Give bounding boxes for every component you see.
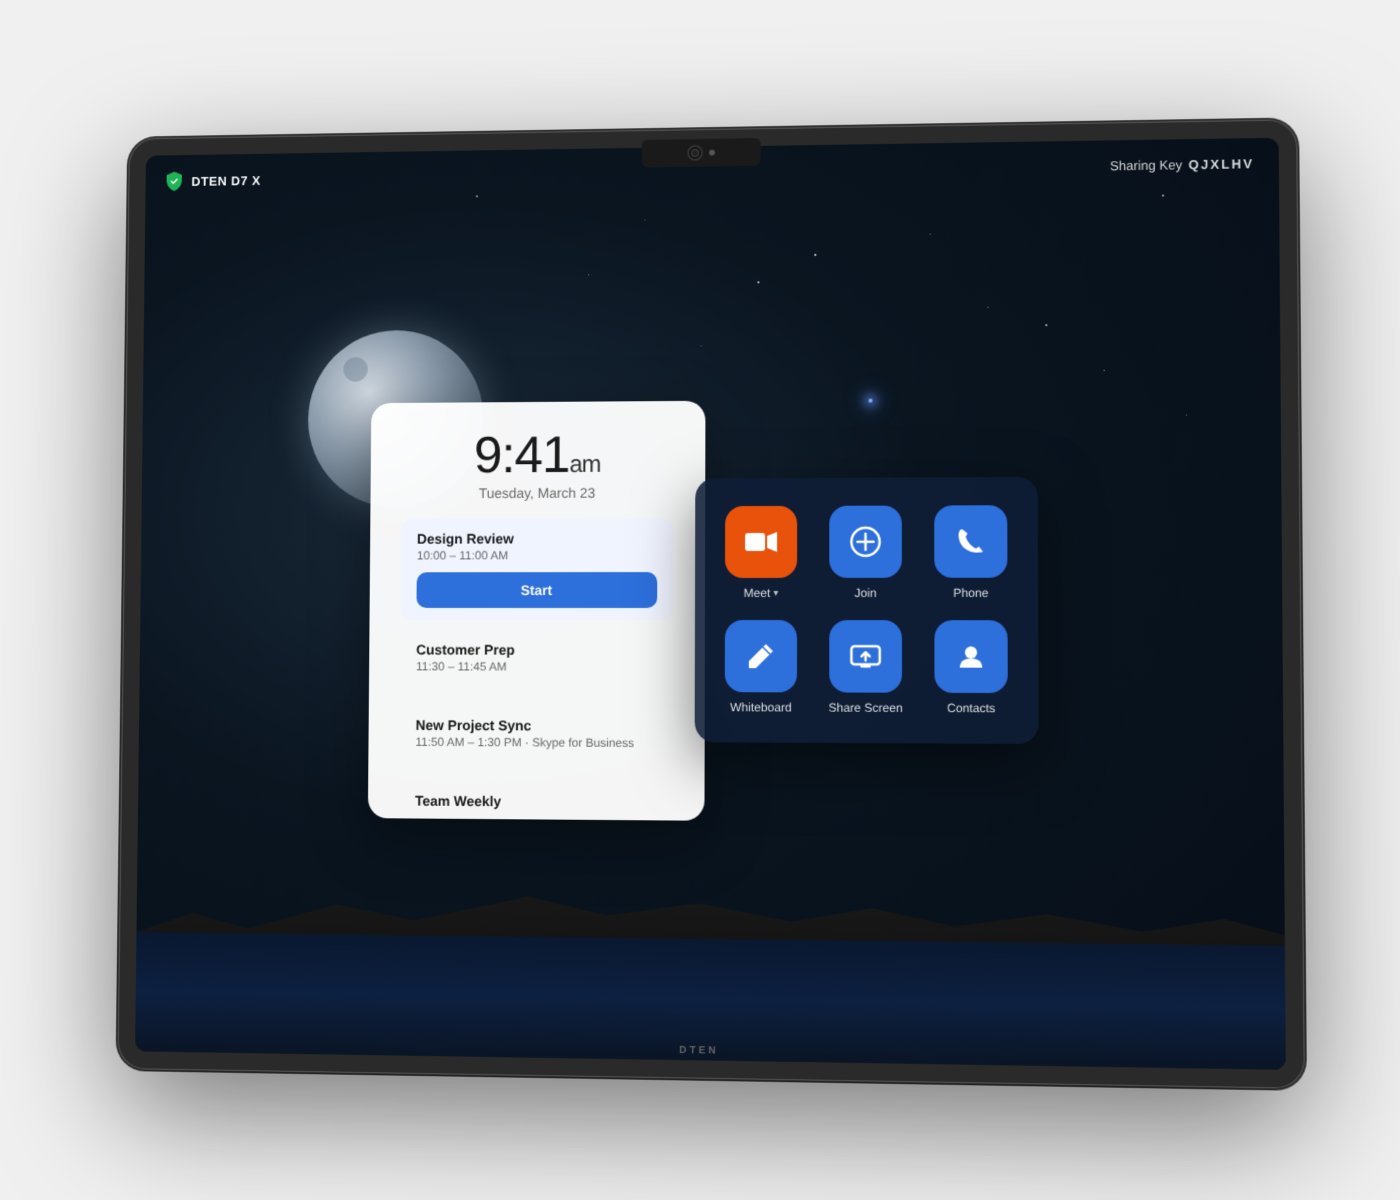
meeting-time-2: 11:30 – 11:45 AM [416,659,657,674]
whiteboard-icon-bg [725,620,797,692]
meeting-time-1: 10:00 – 11:00 AM [417,548,658,562]
apps-grid: Meet ▾ [719,505,1014,715]
dten-logo: DTEN D7 X [165,169,261,192]
meeting-item-design-review: Design Review 10:00 – 11:00 AM Start [401,518,674,620]
app-item-join[interactable]: Join [823,506,908,600]
sharing-key-area: Sharing Key QJXLHV [1110,156,1254,173]
contacts-label: Contacts [947,701,995,715]
plus-circle-icon [847,524,883,560]
screen: DTEN D7 X Sharing Key QJXLHV 9:41am Tues… [135,138,1286,1070]
device-model-label: DTEN D7 X [191,173,260,189]
meeting-title-1: Design Review [417,530,657,546]
meet-icon-bg [725,506,797,578]
app-item-contacts[interactable]: Contacts [928,620,1014,715]
meeting-title-4: Team Weekly [415,793,657,811]
app-item-meet[interactable]: Meet ▾ [719,506,803,600]
meet-chevron: ▾ [773,587,778,598]
device-brand-bezel: DTEN [679,1045,718,1057]
meeting-time-3: 11:50 AM – 1:30 PM · Skype for Business [415,735,656,750]
clock-display: 9:41am [402,429,674,482]
camera-lens [687,145,703,161]
join-icon-bg [829,506,902,578]
pencil-icon [744,639,778,673]
phone-label: Phone [953,586,988,600]
camera-bar [642,138,761,167]
clock-date: Tuesday, March 23 [402,484,674,501]
content-area: 9:41am Tuesday, March 23 Design Review 1… [135,188,1285,1039]
join-label: Join [854,586,876,600]
sharing-key-value: QJXLHV [1188,156,1254,172]
clock-ampm: am [569,451,600,478]
meeting-item-customer-prep: Customer Prep 11:30 – 11:45 AM [400,630,673,696]
video-camera-icon [743,524,779,560]
meeting-title-3: New Project Sync [416,717,657,734]
phone-icon-bg [934,505,1007,578]
phone-icon [953,524,988,558]
sharing-key-label: Sharing Key [1110,157,1182,173]
start-meeting-button[interactable]: Start [416,572,657,608]
apps-panel: Meet ▾ [695,477,1039,744]
whiteboard-label: Whiteboard [730,700,792,714]
share-screen-icon-bg [829,620,902,693]
person-icon [954,639,989,673]
calendar-widget: 9:41am Tuesday, March 23 Design Review 1… [368,401,706,821]
app-item-share-screen[interactable]: Share Screen [823,620,908,715]
share-screen-label: Share Screen [829,701,903,715]
meeting-item-new-project: New Project Sync 11:50 AM – 1:30 PM · Sk… [400,705,673,772]
clock-time: 9:41 [474,426,570,484]
meet-label: Meet ▾ [744,586,779,600]
app-item-whiteboard[interactable]: Whiteboard [719,620,803,715]
camera-indicator [709,150,715,156]
contacts-icon-bg [934,620,1007,693]
share-screen-icon [847,638,883,674]
shield-icon [165,171,184,193]
meeting-title-2: Customer Prep [416,642,657,658]
device-shell: DTEN D7 X Sharing Key QJXLHV 9:41am Tues… [117,119,1304,1088]
meeting-item-team-weekly: Team Weekly [399,781,672,821]
app-item-phone[interactable]: Phone [928,505,1014,600]
